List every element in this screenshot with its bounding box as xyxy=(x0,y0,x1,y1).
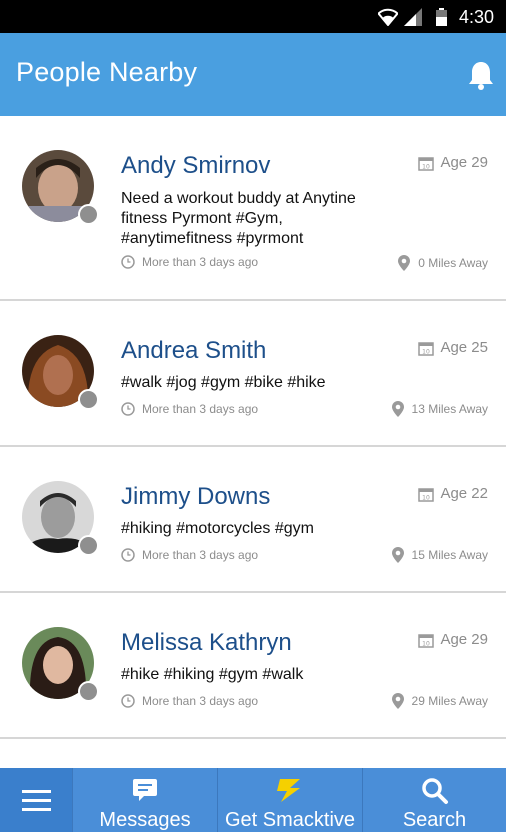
avatar xyxy=(22,335,99,410)
age-label: Age 29 xyxy=(440,154,488,171)
nav-get-smacktive-label: Get Smacktive xyxy=(224,809,356,831)
last-seen-label: More than 3 days ago xyxy=(142,548,259,562)
last-seen: More than 3 days ago xyxy=(121,548,258,562)
svg-text:10: 10 xyxy=(423,640,431,647)
chat-icon xyxy=(133,779,157,801)
distance-label: 29 Miles Away xyxy=(411,694,488,708)
avatar xyxy=(22,481,99,556)
person-description: #walk #jog #gym #bike #hike xyxy=(121,374,326,391)
bell-icon[interactable] xyxy=(467,60,495,90)
people-list: Andy Smirnov 10 Age 29 Need a workout bu… xyxy=(0,116,506,768)
person-card[interactable]: Andy Smirnov 10 Age 29 Need a workout bu… xyxy=(0,116,506,301)
search-icon xyxy=(421,778,448,804)
person-card[interactable]: Jimmy Downs 10 Age 22 #hiking #motorcycl… xyxy=(0,447,506,593)
location-pin-icon xyxy=(391,401,404,417)
clock-icon xyxy=(121,694,135,708)
person-age: 10 Age 22 xyxy=(418,485,488,502)
clock-icon xyxy=(121,548,135,562)
person-name[interactable]: Andrea Smith xyxy=(121,337,266,365)
avatar xyxy=(22,150,99,225)
last-seen-label: More than 3 days ago xyxy=(142,255,259,269)
person-description: Need a workout buddy at Anytine fitness … xyxy=(121,190,356,247)
last-seen: More than 3 days ago xyxy=(121,694,258,708)
distance: 29 Miles Away xyxy=(391,693,488,709)
distance-label: 15 Miles Away xyxy=(411,548,488,562)
nav-search-label: Search xyxy=(402,809,467,831)
person-card[interactable]: Melissa Kathryn 10 Age 29 #hike #hiking … xyxy=(0,593,506,739)
smacktive-badge xyxy=(78,204,99,225)
location-pin-icon xyxy=(398,255,411,271)
distance-label: 13 Miles Away xyxy=(411,402,488,416)
age-label: Age 25 xyxy=(440,339,488,356)
status-time: 4:30 xyxy=(458,7,494,27)
distance-label: 0 Miles Away xyxy=(418,256,488,270)
age-label: Age 29 xyxy=(440,631,488,648)
smacktive-badge xyxy=(78,535,99,556)
calendar-icon: 10 xyxy=(418,341,435,356)
calendar-icon: 10 xyxy=(418,156,435,171)
menu-button[interactable] xyxy=(0,768,72,832)
clock-icon xyxy=(121,402,135,416)
age-label: Age 22 xyxy=(440,485,488,502)
nav-messages-label: Messages xyxy=(99,809,191,831)
location-pin-icon xyxy=(391,693,404,709)
nav-search[interactable]: Search xyxy=(362,768,506,832)
signal-icon xyxy=(404,8,422,26)
nav-get-smacktive[interactable]: Get Smacktive xyxy=(217,768,362,832)
distance: 15 Miles Away xyxy=(391,547,488,563)
app-bar: People Nearby xyxy=(0,33,506,116)
person-age: 10 Age 29 xyxy=(418,154,488,171)
person-name[interactable]: Andy Smirnov xyxy=(121,152,270,180)
svg-text:10: 10 xyxy=(423,348,431,355)
distance: 0 Miles Away xyxy=(398,255,488,271)
last-seen: More than 3 days ago xyxy=(121,402,258,416)
bolt-icon xyxy=(277,779,300,802)
menu-icon xyxy=(22,790,51,812)
wifi-icon xyxy=(378,8,398,26)
person-card[interactable]: Andrea Smith 10 Age 25 #walk #jog #gym #… xyxy=(0,301,506,447)
person-name[interactable]: Jimmy Downs xyxy=(121,483,270,511)
location-pin-icon xyxy=(391,547,404,563)
bottom-nav: Messages Get Smacktive Search xyxy=(0,768,506,832)
smacktive-badge xyxy=(78,389,99,410)
person-description: #hike #hiking #gym #walk xyxy=(121,666,304,683)
last-seen-label: More than 3 days ago xyxy=(142,402,259,416)
calendar-icon: 10 xyxy=(418,633,435,648)
nav-messages[interactable]: Messages xyxy=(72,768,217,832)
person-age: 10 Age 25 xyxy=(418,339,488,356)
person-description: #hiking #motorcycles #gym xyxy=(121,520,314,537)
calendar-icon: 10 xyxy=(418,487,435,502)
status-bar: 4:30 xyxy=(0,0,506,33)
last-seen-label: More than 3 days ago xyxy=(142,694,259,708)
avatar xyxy=(22,627,99,702)
clock-icon xyxy=(121,255,135,269)
smacktive-badge xyxy=(78,681,99,702)
svg-text:10: 10 xyxy=(423,494,431,501)
last-seen: More than 3 days ago xyxy=(121,255,258,269)
page-title: People Nearby xyxy=(16,57,198,87)
person-age: 10 Age 29 xyxy=(418,631,488,648)
battery-icon xyxy=(436,8,447,26)
person-name[interactable]: Melissa Kathryn xyxy=(121,629,292,657)
svg-text:10: 10 xyxy=(423,163,431,170)
distance: 13 Miles Away xyxy=(391,401,488,417)
